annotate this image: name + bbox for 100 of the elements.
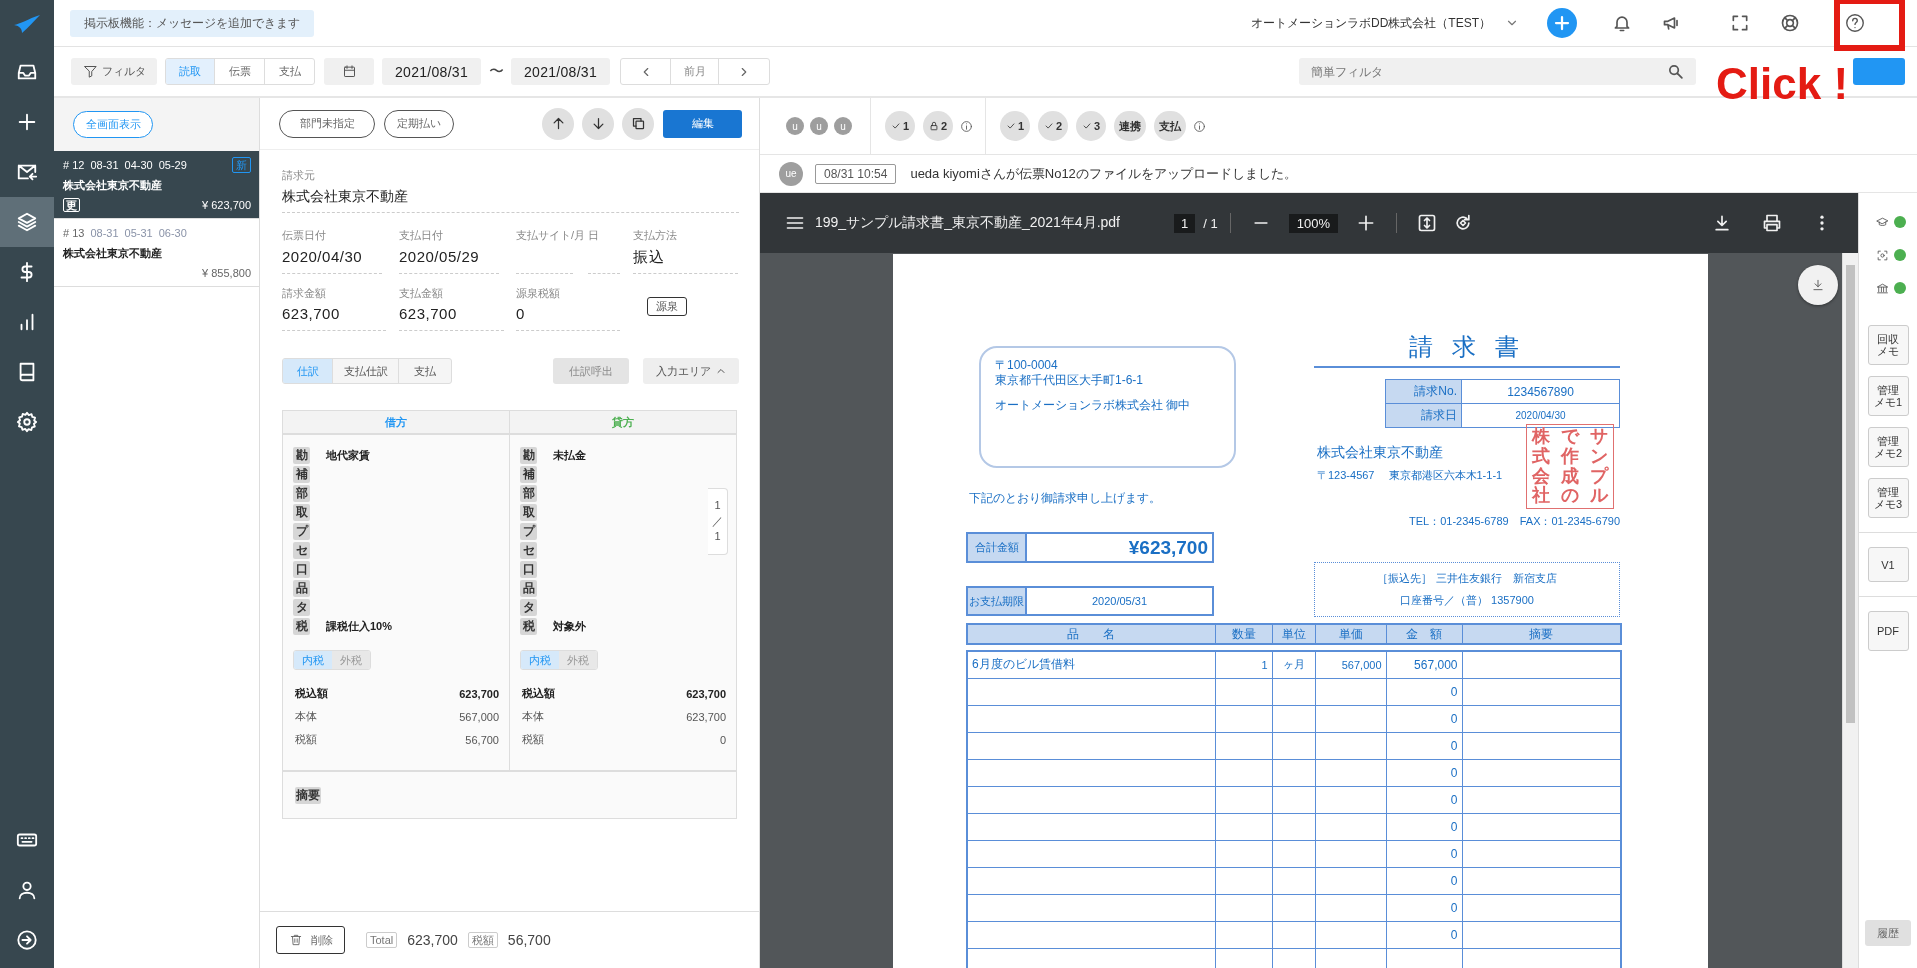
total-value: 567,000 xyxy=(459,710,499,723)
trash-icon xyxy=(288,933,303,947)
memo-button[interactable]: 管理 メモ2 xyxy=(1867,427,1909,467)
check-icon xyxy=(1043,121,1054,131)
field-value: 株式会社東京不動産 xyxy=(282,187,409,206)
status-chip[interactable]: 2 xyxy=(1038,111,1068,141)
greeting-text: 下記のとおり御請求申し上げます。 xyxy=(968,490,1162,506)
phone-text: TEL：01-2345-6789 FAX：01-2345-6790 xyxy=(1408,514,1620,529)
user-avatar: ue xyxy=(779,161,803,186)
field-label: 伝票日付 xyxy=(282,229,326,241)
status-chip[interactable]: 2 xyxy=(923,111,953,141)
total-tag: Total xyxy=(366,932,398,948)
check-icon xyxy=(1005,121,1016,131)
mode-tab[interactable]: 伝票 xyxy=(215,59,265,84)
status-chip[interactable]: 支払 xyxy=(1154,111,1186,141)
copy-icon xyxy=(630,116,646,131)
search-icon xyxy=(1667,63,1684,80)
person-icon xyxy=(16,879,38,901)
document-number: # 12 xyxy=(63,159,85,171)
status-chip[interactable]: 1 xyxy=(1000,111,1030,141)
zoom-level[interactable]: 100% xyxy=(1288,213,1338,233)
bank-line: 口座番号／（普） 1357900 xyxy=(1400,593,1534,609)
table-cell: 0 xyxy=(1386,867,1462,894)
journal-tab[interactable]: 支払 xyxy=(399,359,451,383)
table-cell: 0 xyxy=(1386,705,1462,732)
mode-tab[interactable]: 支払 xyxy=(265,59,314,84)
field-label: 支払金額 xyxy=(399,287,443,299)
table-cell: 0 xyxy=(1386,894,1462,921)
download-button[interactable] xyxy=(1798,265,1838,305)
delete-button[interactable]: 削除 xyxy=(276,926,345,954)
table-cell: 0 xyxy=(1386,813,1462,840)
column-header: 単価 xyxy=(1315,624,1386,644)
page-number-field[interactable]: 1 xyxy=(1174,213,1196,233)
total-label: 税額 xyxy=(522,732,544,747)
file-name: 199_サンプル請求書_東京不動産_2021年4月.pdf xyxy=(815,214,1120,232)
bank-line: ［振込先］ 三井住友銀行 新宿支店 xyxy=(1377,570,1557,586)
date-field[interactable]: 2021/08/31 xyxy=(511,58,610,85)
field-value: 0 xyxy=(516,305,525,322)
meta-label: 請求No. xyxy=(1385,379,1462,404)
move-up-button[interactable] xyxy=(542,107,574,140)
tax-amount: 56,700 xyxy=(507,932,551,948)
download-icon[interactable] xyxy=(1712,213,1732,233)
cap-icon xyxy=(1876,215,1889,229)
filter-button[interactable]: フィルタ xyxy=(71,58,157,85)
total-amount: ¥623,700 xyxy=(1128,536,1208,559)
field-tag: 口 xyxy=(293,561,310,578)
range-separator: 〜 xyxy=(487,62,505,81)
input-area-button[interactable]: 入力エリア xyxy=(643,358,739,384)
calendar-button[interactable] xyxy=(324,58,374,85)
scrollbar[interactable] xyxy=(1842,253,1858,968)
field-tag: セ xyxy=(520,542,537,559)
withholding-button[interactable]: 源泉 xyxy=(647,297,687,316)
download-icon xyxy=(1811,278,1825,292)
field-tag: 摘要 xyxy=(295,786,321,804)
seal-stamp: 株式会社 で作成の サンプル xyxy=(1526,424,1614,509)
print-icon[interactable] xyxy=(1762,213,1782,233)
address-line: 東京都千代田区大手町1-6-1 xyxy=(995,373,1144,388)
user-avatar: u xyxy=(786,117,804,135)
pdf-button[interactable]: PDF xyxy=(1867,611,1909,651)
memo-button[interactable]: 管理 メモ3 xyxy=(1867,478,1909,518)
field-tag: 勘 xyxy=(293,447,310,464)
move-down-button[interactable] xyxy=(582,107,614,140)
column-header: 摘要 xyxy=(1462,624,1621,644)
account-value: 未払金 xyxy=(553,448,586,463)
edit-button[interactable]: 編集 xyxy=(663,109,742,138)
bell-icon[interactable] xyxy=(1612,13,1632,33)
field-value: 623,700 xyxy=(399,305,457,322)
field-value: 623,700 xyxy=(282,305,340,322)
date-field[interactable]: 2021/08/31 xyxy=(382,58,481,85)
status-chip[interactable]: 連携 xyxy=(1114,111,1146,141)
document-list-item[interactable]: # 12 08-31 04-30 05-29 新 株式会社東京不動産 更 ¥ 623,700 xyxy=(54,151,259,219)
notice-banner: 掲示板機能：メッセージを追加できます xyxy=(70,9,314,37)
version-button[interactable]: V1 xyxy=(1867,547,1909,582)
check-icon xyxy=(890,121,901,131)
status-badge: 新 xyxy=(232,157,251,173)
total-value: 0 xyxy=(719,733,726,746)
memo-button[interactable]: 管理 メモ1 xyxy=(1867,376,1909,416)
account-value: 課税仕入10% xyxy=(326,619,393,634)
vendor-name: 株式会社東京不動産 xyxy=(63,177,163,193)
fullscreen-icon[interactable] xyxy=(1730,13,1750,33)
field-tag: 税 xyxy=(520,618,537,635)
memo-button[interactable]: 回収 メモ xyxy=(1867,325,1909,365)
help-icon[interactable] xyxy=(1844,12,1866,34)
status-chip[interactable]: 1 xyxy=(885,111,915,141)
account-value: 対象外 xyxy=(553,619,586,634)
status-chip[interactable]: 3 xyxy=(1076,111,1106,141)
field-tag: 部 xyxy=(520,485,537,502)
table-cell: 6月度のビル賃借料 xyxy=(967,651,1215,678)
journal-tab[interactable]: 支払仕訳 xyxy=(333,359,399,383)
layers-button[interactable] xyxy=(0,197,54,247)
history-button[interactable]: 履歴 xyxy=(1865,920,1911,946)
due-label: お支払期限 xyxy=(968,588,1027,614)
fit-page-icon[interactable] xyxy=(1416,213,1437,233)
lifebuoy-icon[interactable] xyxy=(1780,13,1800,33)
company-selector[interactable]: オートメーションラボDD株式会社（TEST） xyxy=(1251,14,1519,32)
date-text: 08-31 xyxy=(90,227,119,239)
field-label: 支払日付 xyxy=(399,229,443,241)
quick-filter-field[interactable]: 簡単フィルタ xyxy=(1299,58,1696,85)
column-header: 単位 xyxy=(1272,624,1315,644)
duplicate-button[interactable] xyxy=(622,107,654,140)
